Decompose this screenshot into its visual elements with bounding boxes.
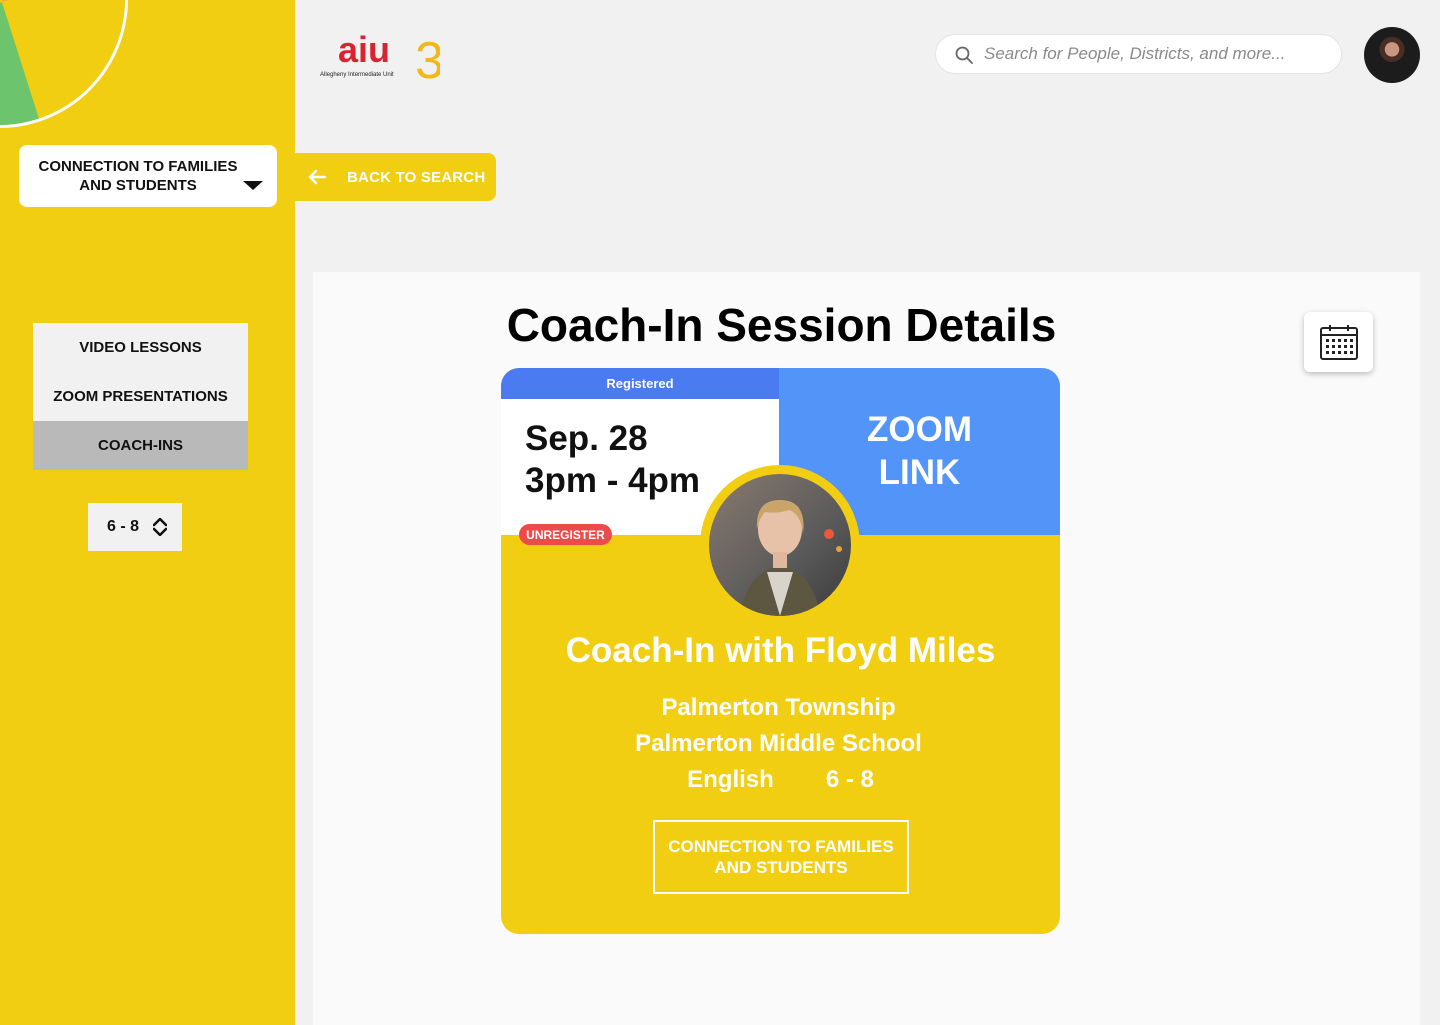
session-title: Coach-In with Floyd Miles (565, 631, 996, 670)
search-bar[interactable] (935, 34, 1342, 74)
session-datetime: Sep. 28 3pm - 4pm (525, 418, 700, 502)
svg-text:Allegheny Intermediate Unit: Allegheny Intermediate Unit (320, 72, 394, 78)
session-date: Sep. 28 (525, 419, 648, 458)
host-portrait (709, 474, 851, 616)
topic-tag-button[interactable]: CONNECTION TO FAMILIES AND STUDENTS (653, 820, 909, 894)
calendar-icon (1319, 325, 1358, 360)
session-card: Registered Sep. 28 3pm - 4pm ZOOM LINK U… (501, 368, 1060, 934)
session-subject: English (687, 766, 774, 793)
back-to-search-label: BACK TO SEARCH (347, 168, 486, 186)
session-subject-grades: English 6 - 8 (501, 766, 1060, 794)
nav-item-coach-ins[interactable]: COACH-INS (33, 421, 248, 470)
grade-select[interactable]: 6 - 8 (88, 503, 182, 551)
zoom-link-label: ZOOM LINK (867, 410, 972, 492)
session-details-panel: Coach-In Session Details Registered Sep.… (313, 272, 1420, 1025)
session-district: Palmerton Township (661, 694, 896, 721)
back-to-search-button[interactable]: BACK TO SEARCH (295, 153, 496, 201)
svg-text:3: 3 (415, 32, 440, 86)
nav-item-zoom-presentations[interactable]: ZOOM PRESENTATIONS (33, 372, 248, 421)
unregister-button[interactable]: UNREGISTER (519, 524, 612, 545)
grade-select-value: 6 - 8 (107, 518, 140, 535)
session-grades: 6 - 8 (825, 766, 874, 793)
caret-down-icon (243, 181, 263, 190)
add-to-calendar-button[interactable] (1304, 312, 1373, 372)
sidebar-nav: VIDEO LESSONS ZOOM PRESENTATIONS COACH-I… (33, 323, 248, 470)
host-photo (700, 465, 860, 625)
aiu-logo[interactable]: aiu 3 Allegheny Intermediate Unit (318, 20, 444, 90)
page-title: Coach-In Session Details (506, 299, 1057, 351)
registration-status-bar: Registered (501, 368, 779, 399)
category-dropdown[interactable]: CONNECTION TO FAMILIES AND STUDENTS (19, 145, 277, 207)
arrow-left-icon (308, 169, 327, 185)
color-wheel-graphic (0, 0, 128, 128)
nav-item-video-lessons[interactable]: VIDEO LESSONS (33, 323, 248, 372)
category-dropdown-label: CONNECTION TO FAMILIES AND STUDENTS (38, 158, 238, 194)
sort-arrows-icon (153, 518, 167, 536)
sidebar: CONNECTION TO FAMILIES AND STUDENTS VIDE… (0, 0, 295, 1025)
svg-text:aiu: aiu (338, 29, 390, 70)
user-avatar[interactable] (1364, 27, 1420, 83)
session-school: Palmerton Middle School (635, 730, 922, 757)
search-input[interactable] (984, 44, 1314, 64)
session-time: 3pm - 4pm (525, 461, 701, 500)
search-icon (955, 46, 973, 64)
